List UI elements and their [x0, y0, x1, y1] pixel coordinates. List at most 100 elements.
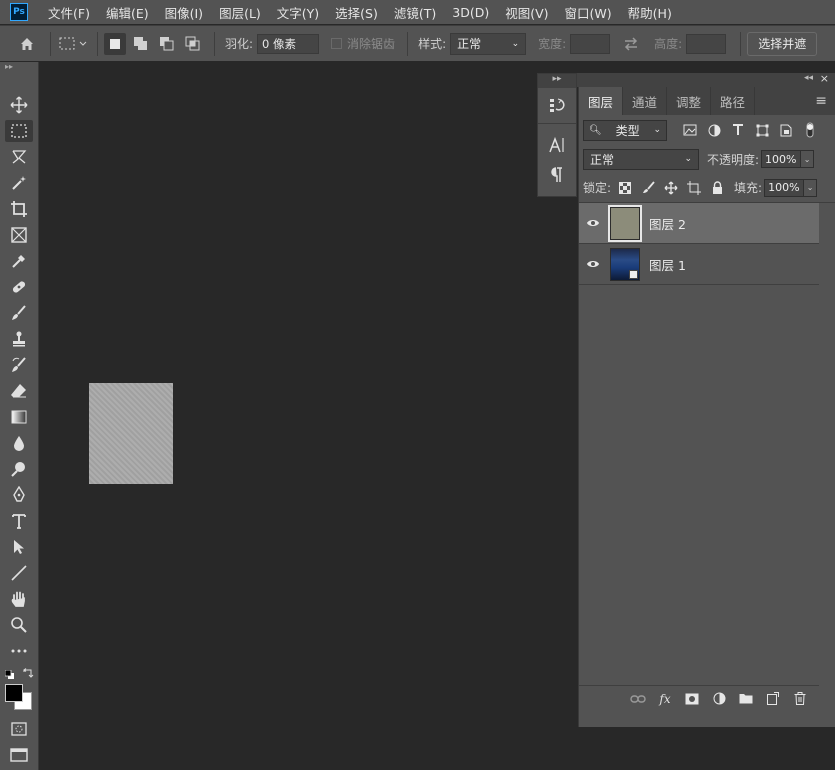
layers-scrollbar[interactable] — [819, 207, 835, 697]
add-selection-icon[interactable] — [130, 33, 152, 55]
visibility-eye-icon[interactable] — [579, 218, 607, 228]
marquee-preset-icon[interactable] — [57, 33, 91, 55]
quick-mask-icon[interactable] — [5, 718, 33, 740]
new-group-folder-icon[interactable] — [737, 690, 755, 708]
link-layers-icon[interactable] — [629, 690, 647, 708]
swap-dimensions-icon[interactable] — [620, 33, 642, 55]
foreground-color-swatch[interactable] — [5, 684, 23, 702]
tab-layers[interactable]: 图层 — [579, 87, 624, 115]
blend-mode-select[interactable]: 正常 ⌄ — [583, 148, 699, 170]
clone-stamp-tool-icon[interactable] — [5, 328, 33, 350]
intersect-selection-icon[interactable] — [182, 33, 204, 55]
menu-file[interactable]: 文件(F) — [40, 3, 98, 22]
blend-row: 正常 ⌄ 不透明度: 100% ⌄ — [579, 145, 835, 173]
opacity-input[interactable]: 100% — [761, 150, 802, 168]
filter-pixel-icon[interactable] — [681, 121, 699, 139]
layer-name[interactable]: 图层 2 — [649, 214, 686, 233]
chevron-down-icon[interactable]: ⌄ — [801, 150, 815, 168]
eraser-tool-icon[interactable] — [5, 380, 33, 402]
height-input[interactable] — [686, 33, 727, 54]
lock-transparent-pixels-icon[interactable] — [616, 179, 634, 197]
filter-type-icon[interactable] — [729, 121, 747, 139]
chevron-down-icon[interactable]: ⌄ — [804, 178, 818, 197]
dodge-tool-icon[interactable] — [5, 458, 33, 480]
document-canvas[interactable] — [89, 383, 173, 484]
swap-colors-icon[interactable] — [22, 668, 34, 680]
tab-channels[interactable]: 通道 — [623, 87, 668, 115]
fill-input[interactable]: 100% — [764, 178, 805, 197]
menu-view[interactable]: 视图(V) — [497, 3, 556, 22]
layer-row[interactable]: 图层 1 — [579, 244, 819, 285]
lock-position-icon[interactable] — [662, 179, 680, 197]
history-panel-icon[interactable] — [538, 88, 576, 124]
lock-image-pixels-icon[interactable] — [639, 179, 657, 197]
line-tool-icon[interactable] — [5, 562, 33, 584]
brush-tool-icon[interactable] — [5, 302, 33, 324]
path-selection-tool-icon[interactable] — [5, 536, 33, 558]
default-colors-icon[interactable] — [4, 669, 15, 679]
pen-tool-icon[interactable] — [5, 484, 33, 506]
tab-adjustments[interactable]: 调整 — [667, 87, 712, 115]
collapse-panels-icon[interactable]: ◂◂ — [804, 73, 813, 83]
new-layer-icon[interactable] — [764, 690, 782, 708]
add-mask-icon[interactable] — [683, 690, 701, 708]
move-tool-icon[interactable] — [5, 94, 33, 116]
lasso-tool-icon[interactable] — [5, 146, 33, 168]
width-input[interactable] — [570, 33, 611, 54]
antialias-checkbox[interactable] — [331, 38, 343, 49]
history-brush-tool-icon[interactable] — [5, 354, 33, 376]
visibility-eye-icon[interactable] — [579, 259, 607, 269]
crop-tool-icon[interactable] — [5, 198, 33, 220]
zoom-tool-icon[interactable] — [5, 614, 33, 636]
menu-select[interactable]: 选择(S) — [327, 3, 386, 22]
frame-tool-icon[interactable] — [5, 224, 33, 246]
magic-wand-tool-icon[interactable] — [5, 172, 33, 194]
blur-tool-icon[interactable] — [5, 432, 33, 454]
layer-row[interactable]: 图层 2 — [579, 203, 819, 244]
filter-toggle-icon[interactable] — [801, 121, 819, 139]
filter-kind-select[interactable]: 🔍︎ 类型 ⌄ — [583, 119, 667, 141]
lock-all-icon[interactable] — [708, 179, 726, 197]
layer-name[interactable]: 图层 1 — [649, 255, 686, 274]
type-tool-icon[interactable] — [5, 510, 33, 532]
rectangular-marquee-tool-icon[interactable] — [5, 120, 33, 142]
lock-artboard-icon[interactable] — [685, 179, 703, 197]
filter-adjustment-icon[interactable] — [705, 121, 723, 139]
expand-panels-icon[interactable]: ▸▸ — [538, 74, 576, 88]
paragraph-panel-icon[interactable] — [538, 160, 576, 190]
screen-mode-icon[interactable] — [5, 744, 33, 766]
style-select[interactable]: 正常 ⌄ — [450, 32, 527, 55]
healing-brush-tool-icon[interactable] — [5, 276, 33, 298]
menu-window[interactable]: 窗口(W) — [557, 3, 620, 22]
menu-image[interactable]: 图像(I) — [157, 3, 211, 22]
close-icon[interactable]: × — [820, 72, 829, 85]
subtract-selection-icon[interactable] — [156, 33, 178, 55]
tab-paths[interactable]: 路径 — [711, 87, 756, 115]
hand-tool-icon[interactable] — [5, 588, 33, 610]
delete-layer-icon[interactable] — [791, 690, 809, 708]
gradient-tool-icon[interactable] — [5, 406, 33, 428]
eyedropper-tool-icon[interactable] — [5, 250, 33, 272]
home-icon[interactable] — [16, 33, 38, 55]
smart-object-badge-icon — [629, 269, 638, 279]
panel-menu-icon[interactable]: ≡ — [815, 93, 827, 109]
filter-smart-object-icon[interactable] — [777, 121, 795, 139]
search-icon: 🔍︎ — [589, 124, 602, 136]
character-panel-icon[interactable] — [538, 130, 576, 160]
select-and-mask-button[interactable]: 选择并遮 — [747, 31, 818, 56]
adjustment-layer-icon[interactable] — [710, 690, 728, 708]
more-tools-icon[interactable] — [5, 640, 33, 662]
filter-shape-icon[interactable] — [753, 121, 771, 139]
collapsed-panel-strip: ▸▸ — [537, 73, 577, 197]
menu-edit[interactable]: 编辑(E) — [98, 3, 157, 22]
menu-layer[interactable]: 图层(L) — [211, 3, 269, 22]
menu-3d[interactable]: 3D(D) — [444, 5, 497, 20]
menu-filter[interactable]: 滤镜(T) — [386, 3, 444, 22]
feather-input[interactable]: 0 像素 — [257, 33, 320, 54]
fx-icon[interactable]: fx — [656, 690, 674, 708]
divider — [97, 31, 98, 56]
menu-type[interactable]: 文字(Y) — [269, 3, 327, 22]
menu-help[interactable]: 帮助(H) — [620, 3, 680, 22]
new-selection-icon[interactable] — [104, 32, 126, 55]
collapse-icon[interactable]: ▸▸ — [0, 62, 38, 72]
